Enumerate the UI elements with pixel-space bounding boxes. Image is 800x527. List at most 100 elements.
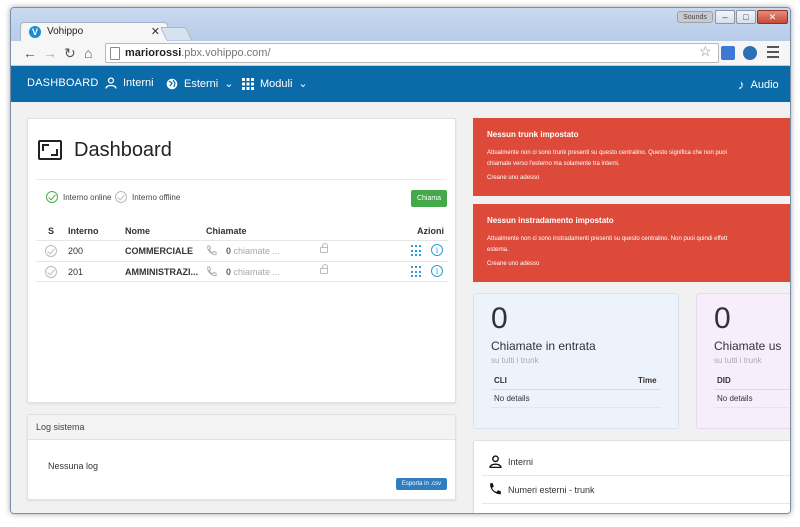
quicklinks-card: Interni Numeri esterni - trunk [473,440,790,513]
table-row: 200 COMMERCIALE 0 chiamate ... i [36,240,448,261]
close-tab-icon[interactable]: ✕ [151,25,160,38]
log-empty-text: Nessuna log [48,461,99,471]
nav-item-label: Interni [123,77,154,89]
outgoing-calls-count: 0 [714,302,731,335]
legend-offline-label: Interno offline [132,192,181,202]
offline-check-icon [115,191,127,203]
quicklink-interni[interactable]: Interni [482,448,790,476]
info-icon[interactable]: i [431,244,443,256]
table-row: 201 AMMINISTRAZI... 0 chiamate ... i [36,261,448,282]
browser-toolbar: ← → ↻ ⌂ mariorossi.pbx.vohippo.com/ [11,41,790,66]
stat-label: Chiamate us [714,339,782,353]
forward-arrow-icon[interactable]: → [43,45,57,61]
dialpad-icon[interactable] [411,266,421,278]
dashboard-card: Dashboard Interno online Interno offline… [27,118,456,403]
browser-menu-icon[interactable] [767,46,779,58]
close-window-button[interactable]: ✕ [757,10,788,24]
incoming-calls-card: 0 Chiamate in entrata su tutti i trunk C… [473,293,679,429]
online-check-icon [46,191,58,203]
column-header-chiamate: Chiamate [206,226,247,236]
stat-sublabel: su tutti i trunk [714,356,762,365]
alert-no-trunk: Nessun trunk impostato Attualmente non c… [473,118,790,196]
chiama-button[interactable]: Chiama [411,190,447,207]
maximize-button[interactable]: □ [736,10,756,24]
column-header-nome: Nome [125,226,151,236]
alert-create-link[interactable]: Creane uno adesso [487,175,539,181]
nav-brand-dashboard[interactable]: DASHBOARD [27,77,98,89]
url-text: mariorossi.pbx.vohippo.com/ [125,47,271,59]
vohippo-favicon-icon: V [29,26,41,38]
home-icon[interactable]: ⌂ [84,45,92,61]
lock-icon[interactable] [320,264,328,274]
dashboard-fullscreen-icon [38,140,62,160]
page-icon [110,47,120,60]
globe-icon [166,78,178,89]
tab-strip: V Vohippo ✕ Sounds – □ ✕ [11,8,790,41]
music-note-icon: ♪ [738,77,745,92]
alert-title: Nessun instradamento impostato [487,216,614,225]
user-icon [489,455,502,468]
interno-number: 200 [68,246,84,256]
interno-number: 201 [68,267,84,277]
phone-calls-icon [207,245,217,256]
chevron-down-icon: ⌄ [224,78,234,90]
bookmark-star-icon[interactable]: ☆ [699,43,712,60]
column-header-did: DID [717,376,731,385]
stat-sublabel: su tutti i trunk [491,356,539,365]
divider [36,179,447,180]
calls-summary[interactable]: 0 chiamate ... [226,267,280,277]
offline-status-icon [45,245,57,257]
alert-text: Attualmente non ci sono trunk presenti s… [487,150,727,167]
chevron-down-icon: ⌄ [298,78,308,90]
column-header-time: Time [638,376,657,385]
app-viewport: DASHBOARD Interni Esterni ⌄ Moduli ⌄ ♪ A… [11,66,790,513]
divider [491,407,661,408]
no-details-text: No details [494,394,530,403]
grid-icon [242,77,254,90]
user-icon [105,77,117,89]
page-title: Dashboard [74,139,172,161]
export-csv-button[interactable]: Esporta in .csv [396,478,447,490]
browser-tab[interactable]: V Vohippo ✕ [20,22,168,41]
nav-item-esterni[interactable]: Esterni ⌄ [166,77,233,90]
tab-title: Vohippo [47,26,84,37]
log-header: Log sistema [28,415,455,440]
quicklink-label: Interni [508,457,534,467]
stat-label: Chiamate in entrata [491,339,596,353]
profile-chip[interactable]: Sounds [677,11,713,23]
column-header-cli: CLI [494,376,507,385]
column-header-interno: Interno [68,226,99,236]
quicklink-label: Numeri esterni - trunk [508,485,595,495]
info-icon[interactable]: i [431,265,443,277]
reload-icon[interactable]: ↻ [64,45,76,61]
address-bar[interactable]: mariorossi.pbx.vohippo.com/ [105,43,719,63]
translate-extension-icon[interactable] [721,46,735,60]
column-header-s: S [48,226,55,236]
incoming-calls-count: 0 [491,302,508,335]
dialpad-icon[interactable] [411,245,421,257]
globe-extension-icon[interactable] [743,46,757,60]
nav-item-label: Audio [750,78,779,91]
legend-online-label: Interno online [63,192,112,202]
nav-item-audio[interactable]: ♪ Audio [738,77,779,92]
new-tab-button[interactable] [159,27,193,40]
offline-status-icon [45,266,57,278]
log-card: Log sistema Nessuna log Esporta in .csv [27,414,456,500]
phone-calls-icon [207,266,217,277]
top-navbar: DASHBOARD Interni Esterni ⌄ Moduli ⌄ ♪ A… [11,66,790,102]
nav-item-interni[interactable]: Interni [105,77,154,89]
column-header-azioni: Azioni [417,226,444,236]
phone-icon [490,483,501,495]
no-details-text: No details [717,394,753,403]
divider [491,389,661,390]
calls-summary[interactable]: 0 chiamate ... [226,246,280,256]
nav-item-moduli[interactable]: Moduli ⌄ [242,77,308,90]
divider [714,407,790,408]
back-arrow-icon[interactable]: ← [23,45,37,61]
lock-icon[interactable] [320,243,328,253]
alert-no-routing: Nessun instradamento impostato Attualmen… [473,204,790,282]
quicklink-numeri-esterni[interactable]: Numeri esterni - trunk [482,476,790,504]
divider [714,389,790,390]
minimize-button[interactable]: – [715,10,735,24]
alert-create-link[interactable]: Creane uno adesso [487,261,539,267]
